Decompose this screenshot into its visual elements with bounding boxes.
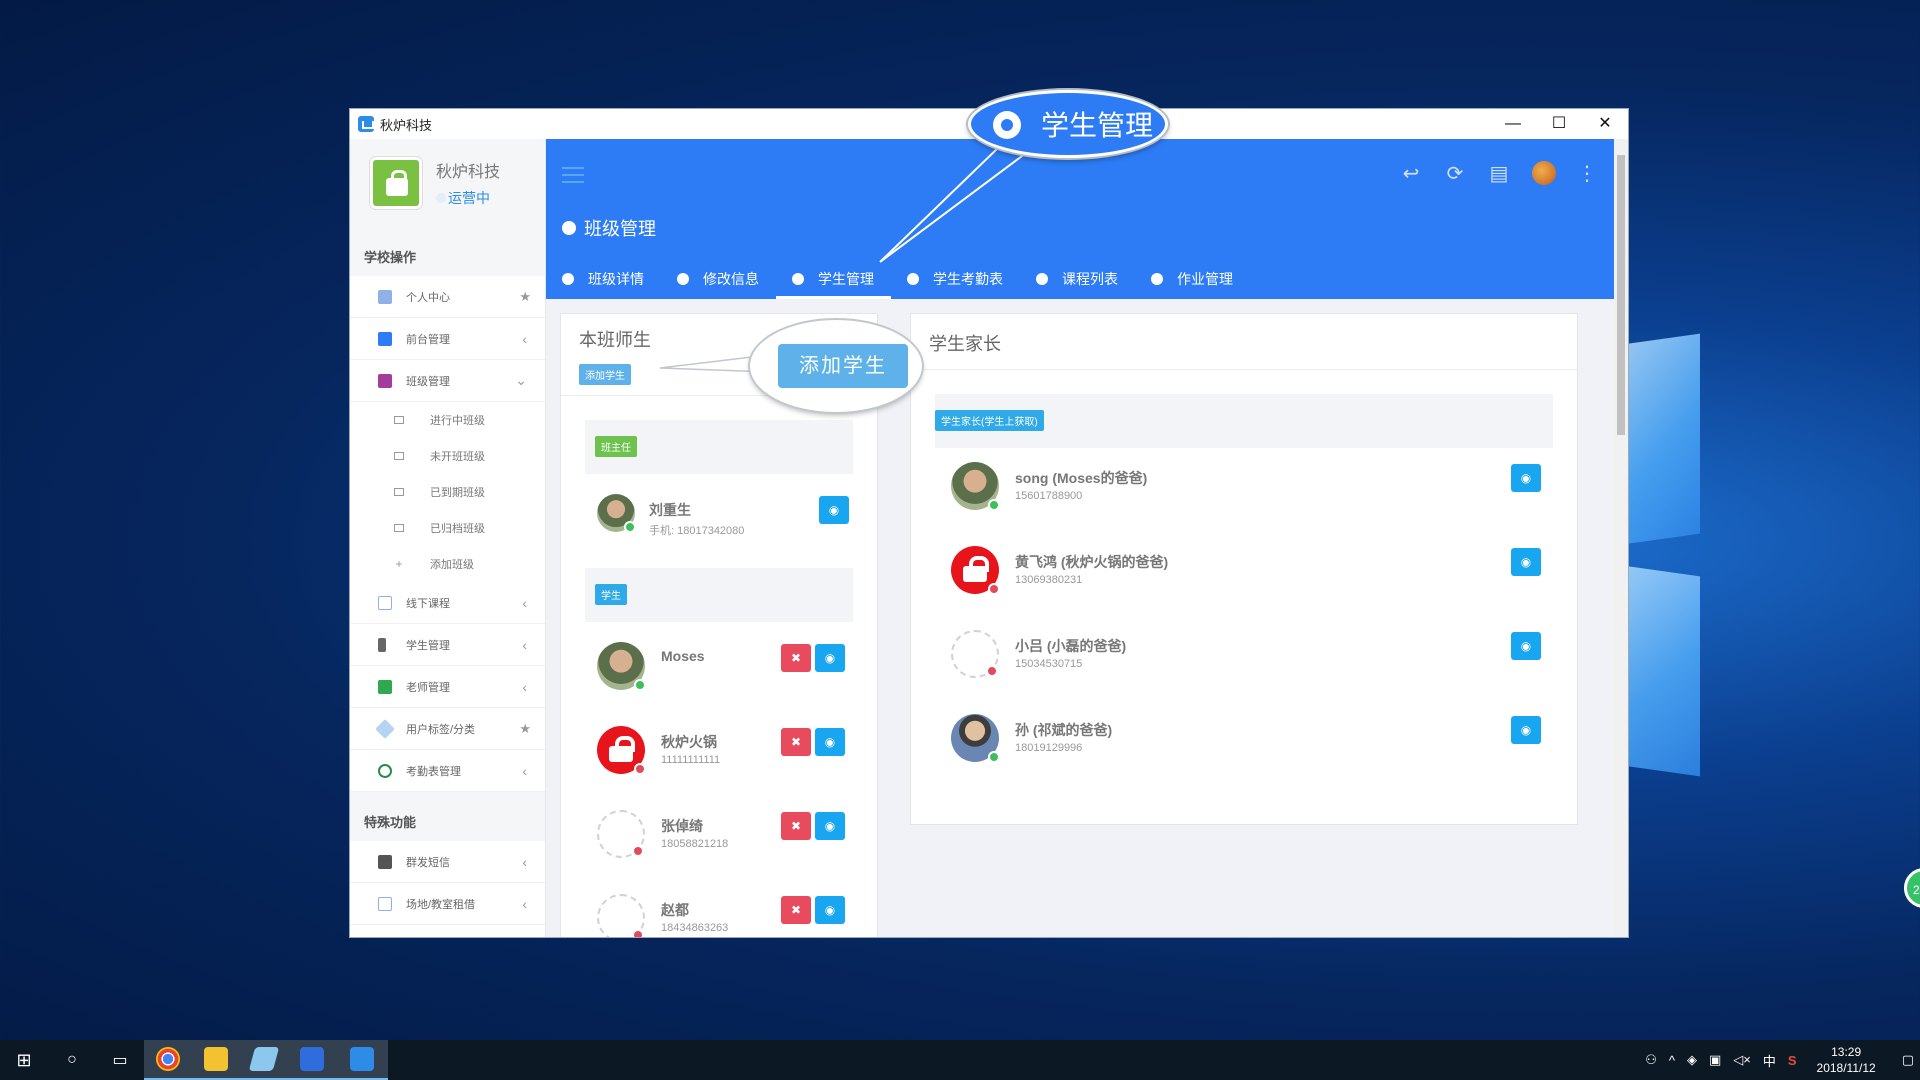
taskbar-notes[interactable] [240,1040,288,1080]
clock[interactable]: 13:29 2018/11/12 [1817,1044,1876,1076]
search-icon[interactable]: ○ [48,1040,96,1080]
taskbar: ⊞ ○ ▭ ⚇ ^ ◈ ▣ ◁× 中 S 13:29 2018/11/12 ▢ [0,1040,1920,1080]
aperture-icon [993,111,1021,139]
clock-date: 2018/11/12 [1816,1061,1876,1075]
tab-callout: 学生管理 [968,90,1168,158]
callout-pointers [659,144,1033,373]
taskbar-qiulu-app[interactable] [336,1040,388,1080]
app-icon [350,1047,374,1071]
tab-callout-text: 学生管理 [1041,110,1154,141]
security-icon[interactable]: ◈ [1687,1052,1697,1068]
taskbar-wps[interactable] [288,1040,336,1080]
sogou-icon[interactable]: S [1788,1053,1797,1068]
taskbar-chrome[interactable] [144,1040,192,1080]
folder-icon [204,1047,228,1071]
wps-icon [300,1047,324,1071]
notification-icon[interactable]: ▢ [1902,1052,1914,1068]
add-student-callout: 添加学生 [750,320,922,412]
task-view-icon[interactable]: ▭ [96,1040,144,1080]
people-icon[interactable]: ⚇ [1645,1052,1657,1068]
chevron-up-icon[interactable]: ^ [1669,1053,1675,1068]
system-tray: ⚇ ^ ◈ ▣ ◁× 中 S 13:29 2018/11/12 ▢ [1639,1040,1920,1080]
taskbar-explorer[interactable] [192,1040,240,1080]
notes-icon [248,1047,280,1071]
chrome-icon [156,1047,180,1071]
network-icon[interactable]: ▣ [1709,1052,1721,1068]
add-student-callout-text: 添加学生 [778,344,908,388]
ime-indicator[interactable]: 中 [1763,1051,1776,1070]
volume-muted-icon[interactable]: ◁× [1733,1052,1751,1068]
tab-callout-pointer [879,144,1033,263]
windows-start-icon[interactable]: ⊞ [0,1050,48,1071]
clock-time: 13:29 [1831,1045,1862,1059]
